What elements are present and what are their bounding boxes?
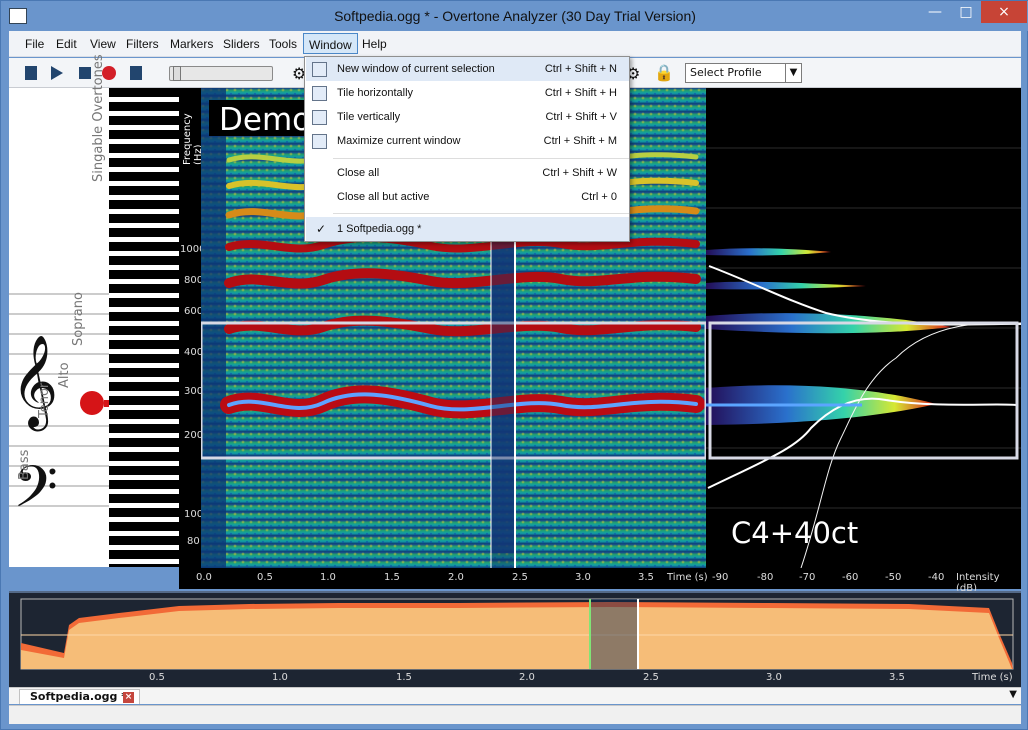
menu-shortcut: Ctrl + Shift + W: [542, 167, 617, 179]
time-tick: 1.5: [384, 572, 400, 583]
demo-overlay: Demo: [219, 102, 311, 138]
piano-keys[interactable]: [109, 88, 179, 567]
waveform[interactable]: [9, 593, 1021, 671]
bass-label: Bass: [17, 449, 32, 480]
window-title: Softpedia.ogg * - Overtone Analyzer (30 …: [334, 8, 696, 24]
menu-item-label: Tile vertically: [337, 111, 401, 123]
time-tick: 3.5: [638, 572, 654, 583]
slider-thumb[interactable]: [173, 66, 181, 81]
status-bar: [9, 705, 1021, 724]
menu-item-label: Tile horizontally: [337, 87, 414, 99]
note-readout: C4+40ct: [731, 516, 858, 550]
overview-time-tick: 1.5: [396, 672, 412, 683]
singable-label: Singable Overtones: [91, 54, 106, 182]
overview-time-tick: 0.5: [149, 672, 165, 683]
time-tick: 2.5: [512, 572, 528, 583]
intensity-tick: -90: [712, 572, 729, 583]
menu-item-label: New window of current selection: [337, 63, 495, 75]
document-tab-bar: Softpedia.ogg * × ▼: [9, 687, 1021, 704]
time-tick: 1.0: [320, 572, 336, 583]
menu-shortcut: Ctrl + 0: [581, 191, 617, 203]
menu-shortcut: Ctrl + Shift + N: [544, 63, 617, 75]
chevron-down-icon[interactable]: ▼: [1009, 689, 1017, 700]
tab-label: Softpedia.ogg *: [30, 690, 127, 703]
menu-item-label: 1 Softpedia.ogg *: [337, 223, 422, 235]
menu-bar: File Edit View Filters Markers Sliders T…: [9, 31, 1021, 57]
new-window-icon: [312, 62, 327, 77]
frequency-axis: Frequency (Hz) 1000 800 600 400 300 200 …: [179, 88, 205, 568]
time-axis-label: Time (s): [667, 572, 708, 583]
document-tab[interactable]: Softpedia.ogg * ×: [19, 689, 140, 704]
tile-vertical-icon: [312, 110, 327, 125]
time-tick: 0.0: [196, 572, 212, 583]
freq-tick: 80: [187, 536, 200, 547]
intensity-panel[interactable]: C4+40ct: [706, 88, 1021, 568]
overview-time-tick: 2.0: [519, 672, 535, 683]
menu-markers[interactable]: Markers: [170, 37, 213, 51]
overview-time-tick: 2.5: [643, 672, 659, 683]
menu-new-window[interactable]: New window of current selection Ctrl + Sh…: [306, 57, 629, 81]
skip-back-icon[interactable]: [25, 66, 37, 80]
menu-help[interactable]: Help: [362, 37, 387, 51]
tenor-label: Tenor: [37, 382, 52, 418]
profile-value: Select Profile: [690, 66, 762, 79]
lock-icon[interactable]: 🔒: [654, 63, 674, 82]
menu-tile-horizontally[interactable]: Tile horizontally Ctrl + Shift + H: [306, 81, 629, 105]
overview-time-axis: 0.5 1.0 1.5 2.0 2.5 3.0 3.5 Time (s): [19, 671, 1019, 687]
intensity-tick: -80: [757, 572, 774, 583]
intensity-tick: -50: [885, 572, 902, 583]
menu-item-label: Close all but active: [337, 191, 430, 203]
menu-close-all-but-active[interactable]: Close all but active Ctrl + 0: [306, 185, 629, 209]
window-menu-dropdown: New window of current selection Ctrl + Sh…: [304, 56, 630, 242]
time-tick: 0.5: [257, 572, 273, 583]
waveform-overview[interactable]: 0.5 1.0 1.5 2.0 2.5 3.0 3.5 Time (s): [9, 591, 1021, 687]
skip-forward-icon[interactable]: [130, 66, 142, 80]
menu-shortcut: Ctrl + Shift + M: [543, 135, 617, 147]
close-button[interactable]: ×: [981, 1, 1027, 23]
close-icon[interactable]: ×: [123, 692, 134, 703]
overview-time-tick: 3.0: [766, 672, 782, 683]
menu-window[interactable]: Window: [303, 33, 358, 54]
position-slider[interactable]: [169, 66, 273, 81]
menu-separator: [333, 158, 629, 159]
profile-select[interactable]: Select Profile ▼: [685, 63, 802, 83]
minimize-button[interactable]: —: [918, 1, 952, 23]
piano-panel: 𝄞 𝄢 Singable Overtones Soprano Alto Teno…: [9, 54, 179, 567]
title-bar: Softpedia.ogg * - Overtone Analyzer (30 …: [1, 1, 1028, 31]
menu-sliders[interactable]: Sliders: [223, 37, 260, 51]
time-tick: 3.0: [575, 572, 591, 583]
menu-open-document[interactable]: ✓ 1 Softpedia.ogg *: [306, 217, 629, 241]
overview-time-tick: 3.5: [889, 672, 905, 683]
intensity-tick: -40: [928, 572, 945, 583]
menu-close-all[interactable]: Close all Ctrl + Shift + W: [306, 161, 629, 185]
application-window: Softpedia.ogg * - Overtone Analyzer (30 …: [0, 0, 1028, 730]
time-tick: 2.0: [448, 572, 464, 583]
menu-separator: [333, 213, 629, 214]
maximize-button[interactable]: □: [952, 1, 980, 23]
overview-time-tick: 1.0: [272, 672, 288, 683]
menu-shortcut: Ctrl + Shift + H: [544, 87, 617, 99]
menu-tile-vertically[interactable]: Tile vertically Ctrl + Shift + V: [306, 105, 629, 129]
menu-shortcut: Ctrl + Shift + V: [545, 111, 617, 123]
chevron-down-icon[interactable]: ▼: [785, 64, 801, 82]
menu-file[interactable]: File: [25, 37, 44, 51]
stop-icon[interactable]: [79, 67, 91, 79]
soprano-label: Soprano: [71, 292, 86, 346]
intensity-tick: -70: [799, 572, 816, 583]
alto-label: Alto: [57, 362, 72, 388]
menu-maximize-window[interactable]: Maximize current window Ctrl + Shift + M: [306, 129, 629, 153]
time-axis: 0.0 0.5 1.0 1.5 2.0 2.5 3.0 3.5 Time (s)…: [179, 568, 1021, 594]
play-icon[interactable]: [51, 66, 63, 80]
checkmark-icon: ✓: [316, 222, 327, 236]
menu-item-label: Maximize current window: [337, 135, 461, 147]
menu-item-label: Close all: [337, 167, 380, 179]
menu-filters[interactable]: Filters: [126, 37, 159, 51]
menu-tools[interactable]: Tools: [269, 37, 297, 51]
intensity-tick: -60: [842, 572, 859, 583]
overview-time-label: Time (s): [972, 672, 1013, 683]
maximize-icon: [312, 134, 327, 149]
tile-horizontal-icon: [312, 86, 327, 101]
menu-edit[interactable]: Edit: [56, 37, 77, 51]
